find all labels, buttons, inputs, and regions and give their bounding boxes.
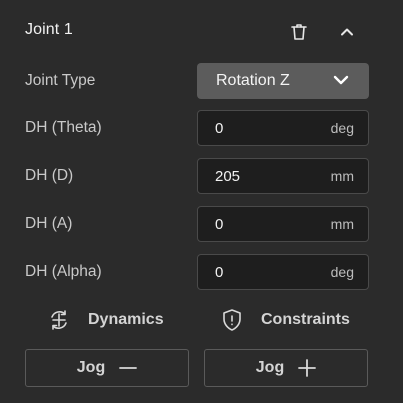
dh-theta-input[interactable] bbox=[215, 111, 315, 145]
dynamics-label: Dynamics bbox=[88, 311, 164, 328]
dh-d-label: DH (D) bbox=[25, 167, 74, 184]
joint-title: Joint 1 bbox=[25, 21, 73, 38]
plus-icon bbox=[298, 359, 317, 377]
dynamics-icon bbox=[46, 307, 72, 333]
dh-d-field: mm bbox=[197, 158, 369, 194]
dh-alpha-field: deg bbox=[197, 254, 369, 290]
constraints-button[interactable]: Constraints bbox=[219, 306, 350, 334]
dh-theta-unit: deg bbox=[330, 120, 354, 136]
dh-theta-label: DH (Theta) bbox=[25, 119, 102, 136]
dh-alpha-row: DH (Alpha) deg bbox=[0, 254, 403, 290]
jog-minus-button[interactable]: Jog bbox=[25, 349, 189, 387]
dh-alpha-label: DH (Alpha) bbox=[25, 263, 102, 280]
joint-type-label: Joint Type bbox=[25, 72, 96, 89]
joint-header: Joint 1 bbox=[0, 0, 403, 64]
dh-a-row: DH (A) mm bbox=[0, 206, 403, 242]
shield-alert-icon bbox=[219, 307, 245, 333]
dh-a-label: DH (A) bbox=[25, 215, 73, 232]
collapse-joint-button[interactable] bbox=[333, 18, 361, 46]
dh-d-input[interactable] bbox=[215, 159, 315, 193]
dh-a-unit: mm bbox=[330, 216, 354, 232]
constraints-label: Constraints bbox=[261, 311, 350, 328]
jog-minus-label: Jog bbox=[76, 359, 106, 376]
delete-joint-button[interactable] bbox=[285, 18, 313, 46]
dh-a-field: mm bbox=[197, 206, 369, 242]
joint-panel: Joint 1 Joint Type Rotation Z DH (Theta) bbox=[0, 0, 403, 403]
dh-theta-row: DH (Theta) deg bbox=[0, 110, 403, 146]
jog-plus-label: Jog bbox=[255, 359, 285, 376]
jog-plus-button[interactable]: Jog bbox=[204, 349, 368, 387]
dh-d-row: DH (D) mm bbox=[0, 158, 403, 194]
dh-alpha-unit: deg bbox=[330, 264, 354, 280]
chevron-down-icon bbox=[333, 75, 349, 85]
dh-alpha-input[interactable] bbox=[215, 255, 315, 289]
dynamics-button[interactable]: Dynamics bbox=[46, 306, 164, 334]
dh-d-unit: mm bbox=[330, 168, 354, 184]
dh-a-input[interactable] bbox=[215, 207, 315, 241]
chevron-up-icon bbox=[341, 28, 353, 36]
joint-type-row: Joint Type Rotation Z bbox=[0, 63, 403, 99]
trash-icon bbox=[291, 24, 307, 40]
minus-icon bbox=[119, 359, 138, 377]
joint-type-select[interactable]: Rotation Z bbox=[197, 63, 369, 99]
joint-type-value: Rotation Z bbox=[216, 72, 290, 89]
dh-theta-field: deg bbox=[197, 110, 369, 146]
